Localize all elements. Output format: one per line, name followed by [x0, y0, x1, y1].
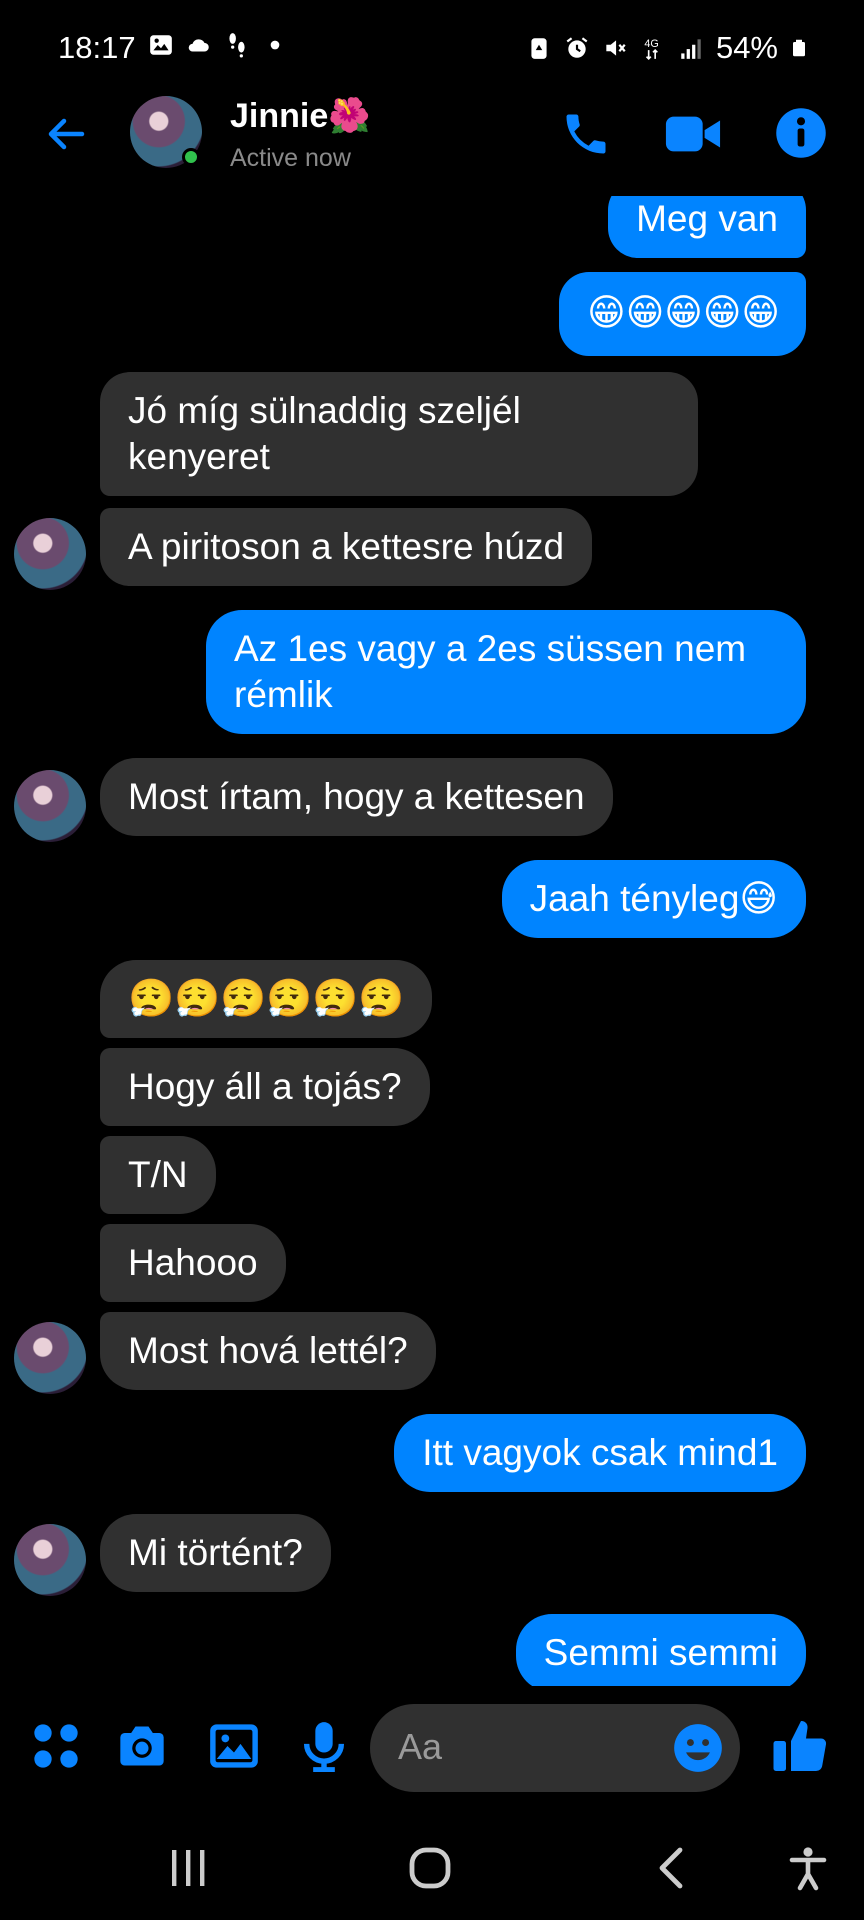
system-navigation-bar	[0, 1810, 864, 1920]
back-arrow-icon[interactable]	[42, 110, 90, 158]
message-incoming[interactable]: Mi történt?	[100, 1514, 331, 1592]
message-incoming[interactable]: Hogy áll a tojás?	[100, 1048, 430, 1126]
message-outgoing[interactable]: Jaah tényleg😅	[501, 860, 806, 938]
microphone-icon[interactable]	[298, 1720, 350, 1772]
message-incoming[interactable]: Most írtam, hogy a kettesen	[100, 758, 613, 836]
emoji-icon[interactable]	[672, 1722, 724, 1774]
svg-text:4G: 4G	[644, 38, 658, 50]
nav-back-icon[interactable]	[648, 1844, 696, 1892]
message-outgoing[interactable]: Az 1es vagy a 2es süssen nem rémlik	[206, 610, 806, 734]
status-time: 18:17	[58, 30, 136, 65]
contact-status: Active now	[230, 144, 351, 172]
battery-percent: 54%	[715, 30, 778, 65]
message-incoming[interactable]: 😮‍💨😮‍💨😮‍💨😮‍💨😮‍💨😮‍💨	[100, 960, 433, 1038]
active-status-dot	[182, 148, 200, 166]
message-outgoing[interactable]: Semmi semmi	[515, 1614, 806, 1686]
message-outgoing[interactable]: Meg van	[608, 196, 806, 258]
message-input[interactable]: Aa	[370, 1704, 740, 1792]
contact-avatar-small	[14, 770, 86, 842]
message-incoming[interactable]: Most hová lettél?	[100, 1312, 436, 1390]
contact-avatar-small	[14, 518, 86, 590]
message-outgoing[interactable]: 😁😁😁😁😁	[559, 272, 806, 356]
recents-icon[interactable]	[164, 1844, 212, 1892]
contact-name[interactable]: Jinnie🌺	[230, 96, 371, 136]
battery-icon	[793, 39, 805, 57]
notification-icons	[148, 32, 288, 58]
contact-avatar-small	[14, 1524, 86, 1596]
cloud-icon	[188, 39, 209, 52]
message-incoming[interactable]: T/N	[100, 1136, 216, 1214]
home-icon[interactable]	[406, 1844, 454, 1892]
phone-icon[interactable]	[560, 108, 612, 160]
message-outgoing[interactable]: Itt vagyok csak mind1	[394, 1414, 806, 1492]
info-icon[interactable]	[774, 106, 828, 160]
system-icons: 4G 54%	[526, 30, 808, 66]
battery-saver-icon	[531, 38, 547, 59]
steps-icon	[229, 33, 245, 58]
mute-icon	[606, 40, 626, 56]
alarm-icon	[566, 37, 588, 58]
message-composer: Aa	[0, 1686, 864, 1810]
status-bar: 18:17 4G 54%	[0, 0, 864, 96]
message-incoming[interactable]: A piritoson a kettesre húzd	[100, 508, 593, 586]
network-4g-icon: 4G	[644, 38, 659, 60]
message-list[interactable]: Meg van 😁😁😁😁😁 Jó míg sülnaddig szeljél k…	[0, 196, 864, 1686]
menu-dots-icon[interactable]	[30, 1720, 82, 1772]
conversation-header: Jinnie🌺 Active now	[0, 96, 864, 196]
gallery-icon[interactable]	[208, 1720, 260, 1772]
signal-icon	[681, 39, 701, 59]
camera-icon[interactable]	[116, 1720, 168, 1772]
message-incoming[interactable]: Hahooo	[100, 1224, 286, 1302]
message-input-placeholder: Aa	[398, 1726, 443, 1767]
accessibility-icon[interactable]	[784, 1844, 832, 1892]
thumbs-up-icon[interactable]	[770, 1716, 832, 1776]
dot-icon	[270, 40, 280, 50]
message-incoming[interactable]: Jó míg sülnaddig szeljél kenyeret	[100, 372, 698, 496]
image-notification-icon	[150, 35, 172, 55]
video-camera-icon[interactable]	[664, 110, 722, 158]
contact-avatar-small	[14, 1322, 86, 1394]
